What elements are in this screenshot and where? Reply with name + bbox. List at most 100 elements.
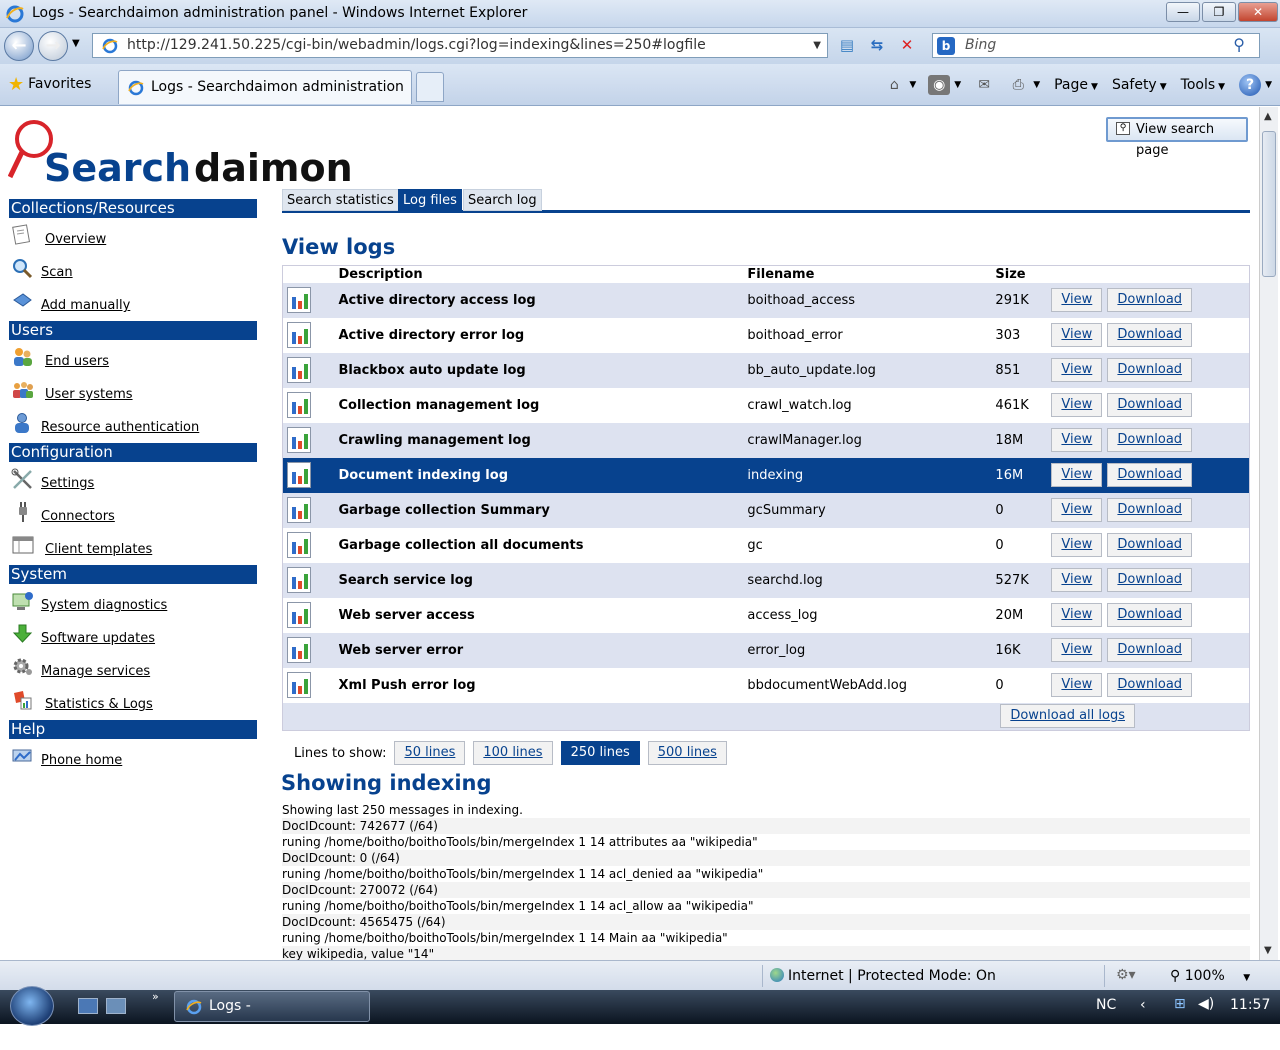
- download-button[interactable]: Download: [1107, 498, 1193, 522]
- sidebar-item-connectors[interactable]: Connectors: [9, 499, 257, 532]
- stop-icon[interactable]: ✕: [892, 33, 922, 58]
- quicklaunch-overflow-icon[interactable]: »: [152, 990, 159, 1003]
- download-button[interactable]: Download: [1107, 393, 1193, 417]
- sidebar-item-phone-home[interactable]: Phone home: [9, 743, 257, 776]
- table-row[interactable]: Xml Push error log bbdocumentWebAdd.log 0 V…: [282, 667, 1250, 703]
- recent-pages-dropdown-icon[interactable]: ▼: [72, 38, 80, 49]
- download-button[interactable]: Download: [1107, 358, 1193, 382]
- sidebar-link-settings[interactable]: Settings: [41, 476, 94, 491]
- view-button[interactable]: View: [1051, 498, 1103, 522]
- compatibility-view-icon[interactable]: ▤: [832, 33, 862, 58]
- refresh-icon[interactable]: ⇆: [862, 33, 892, 58]
- maximize-button[interactable]: ❐: [1202, 2, 1236, 22]
- view-button[interactable]: View: [1051, 463, 1103, 487]
- new-tab-button[interactable]: [416, 72, 444, 102]
- sidebar-link-software-updates[interactable]: Software updates: [41, 631, 155, 646]
- sidebar-link-scan[interactable]: Scan: [41, 265, 73, 280]
- table-row[interactable]: Active directory error log boithoad_error…: [282, 317, 1250, 353]
- home-icon[interactable]: ⌂: [883, 75, 905, 95]
- start-button[interactable]: [10, 986, 54, 1026]
- download-button[interactable]: Download: [1107, 288, 1193, 312]
- table-row[interactable]: Collection management log crawl_watch.log…: [282, 387, 1250, 423]
- tab-log-files[interactable]: Log files: [398, 189, 462, 211]
- view-button[interactable]: View: [1051, 673, 1103, 697]
- sidebar-link-add-manually[interactable]: Add manually: [41, 298, 130, 313]
- browser-tab[interactable]: Logs - Searchdaimon administration ...: [118, 70, 412, 127]
- help-dropdown-icon[interactable]: ▼: [1265, 80, 1272, 90]
- language-indicator[interactable]: NC: [1096, 997, 1116, 1013]
- sidebar-link-system-diagnostics[interactable]: System diagnostics: [41, 598, 167, 613]
- sidebar-link-manage-services[interactable]: Manage services: [41, 664, 150, 679]
- sidebar-link-user-systems[interactable]: User systems: [45, 387, 133, 402]
- sidebar-item-add-manually[interactable]: Add manually: [9, 288, 257, 321]
- sidebar-item-scan[interactable]: Scan: [9, 255, 257, 288]
- view-button[interactable]: View: [1051, 568, 1103, 592]
- view-button[interactable]: View: [1051, 393, 1103, 417]
- download-all-logs-button[interactable]: Download all logs: [1000, 704, 1135, 729]
- table-row[interactable]: Active directory access log boithoad_acce…: [282, 282, 1250, 318]
- view-button[interactable]: View: [1051, 358, 1103, 382]
- favorites-button[interactable]: ★ Favorites: [8, 74, 91, 95]
- sidebar-item-statistics-logs[interactable]: Statistics & Logs: [9, 687, 257, 720]
- table-row[interactable]: Search service log searchd.log 527K View Dow…: [282, 562, 1250, 598]
- table-row[interactable]: Garbage collection Summary gcSummary 0 View…: [282, 492, 1250, 528]
- lines-50-button[interactable]: 50 lines: [394, 741, 466, 765]
- feeds-dropdown-icon[interactable]: ▼: [954, 80, 961, 90]
- switch-windows-icon[interactable]: [106, 998, 126, 1014]
- taskbar-ie-window[interactable]: Logs - Searchdaimon...: [174, 991, 370, 1043]
- download-button[interactable]: Download: [1107, 428, 1193, 452]
- table-row[interactable]: Web server access access_log 20M View Downlo…: [282, 597, 1250, 633]
- table-row[interactable]: Blackbox auto update log bb_auto_update.l…: [282, 352, 1250, 388]
- view-button[interactable]: View: [1051, 533, 1103, 557]
- sidebar-link-phone-home[interactable]: Phone home: [41, 753, 122, 768]
- clock[interactable]: 11:57: [1230, 997, 1270, 1013]
- search-box[interactable]: b Bing ⚲: [932, 33, 1260, 58]
- help-icon[interactable]: ?: [1239, 74, 1262, 96]
- table-row[interactable]: Crawling management log crawlManager.log 1…: [282, 422, 1250, 458]
- sidebar-item-end-users[interactable]: End users: [9, 344, 257, 377]
- safety-menu[interactable]: Safety ▼: [1112, 77, 1167, 93]
- download-button[interactable]: Download: [1107, 463, 1193, 487]
- sidebar-link-statistics-logs[interactable]: Statistics & Logs: [45, 697, 153, 712]
- sidebar-item-system-diagnostics[interactable]: System diagnostics: [9, 588, 257, 621]
- table-row[interactable]: Document indexing log indexing 16M View Down…: [282, 457, 1250, 493]
- tab-search-log[interactable]: Search log: [463, 189, 542, 211]
- sidebar-link-client-templates[interactable]: Client templates: [45, 542, 152, 557]
- lines-100-button[interactable]: 100 lines: [473, 741, 553, 765]
- mail-icon[interactable]: ✉: [973, 75, 995, 95]
- home-dropdown-icon[interactable]: ▼: [909, 80, 916, 90]
- feeds-icon[interactable]: ◉: [928, 75, 951, 95]
- sidebar-link-end-users[interactable]: End users: [45, 354, 109, 369]
- sidebar-item-software-updates[interactable]: Software updates: [9, 621, 257, 654]
- sidebar-item-overview[interactable]: Overview: [9, 222, 257, 255]
- view-button[interactable]: View: [1051, 323, 1103, 347]
- vertical-scrollbar[interactable]: ▲ ▼: [1259, 107, 1278, 960]
- address-bar[interactable]: http://129.241.50.225/cgi-bin/webadmin/l…: [92, 33, 828, 58]
- search-icon[interactable]: ⚲: [1233, 33, 1245, 56]
- scrollbar-thumb[interactable]: [1262, 131, 1276, 277]
- view-button[interactable]: View: [1051, 603, 1103, 627]
- security-zone[interactable]: Internet | Protected Mode: On: [770, 968, 996, 984]
- protected-mode-icon[interactable]: ⚙▾: [1116, 967, 1136, 983]
- table-row[interactable]: Garbage collection all documents gc 0 View D…: [282, 527, 1250, 563]
- download-button[interactable]: Download: [1107, 533, 1193, 557]
- page-menu[interactable]: Page ▼: [1054, 77, 1098, 93]
- sidebar-link-connectors[interactable]: Connectors: [41, 509, 115, 524]
- table-row[interactable]: Web server error error_log 16K View Download: [282, 632, 1250, 668]
- network-icon[interactable]: ⊞: [1174, 996, 1186, 1012]
- download-button[interactable]: Download: [1107, 323, 1193, 347]
- minimize-button[interactable]: —: [1166, 2, 1200, 22]
- forward-button[interactable]: →: [38, 31, 68, 61]
- zoom-level[interactable]: ⚲ 100% ▼: [1170, 968, 1250, 984]
- download-button[interactable]: Download: [1107, 603, 1193, 627]
- sidebar-link-overview[interactable]: Overview: [45, 232, 106, 247]
- sidebar-link-resource-authentication[interactable]: Resource authentication: [41, 420, 199, 435]
- tools-menu[interactable]: Tools ▼: [1181, 77, 1225, 93]
- download-button[interactable]: Download: [1107, 638, 1193, 662]
- view-button[interactable]: View: [1051, 428, 1103, 452]
- view-button[interactable]: View: [1051, 288, 1103, 312]
- sidebar-item-client-templates[interactable]: Client templates: [9, 532, 257, 565]
- sidebar-item-resource-authentication[interactable]: Resource authentication: [9, 410, 257, 443]
- print-dropdown-icon[interactable]: ▼: [1033, 80, 1040, 90]
- sidebar-item-user-systems[interactable]: User systems: [9, 377, 257, 410]
